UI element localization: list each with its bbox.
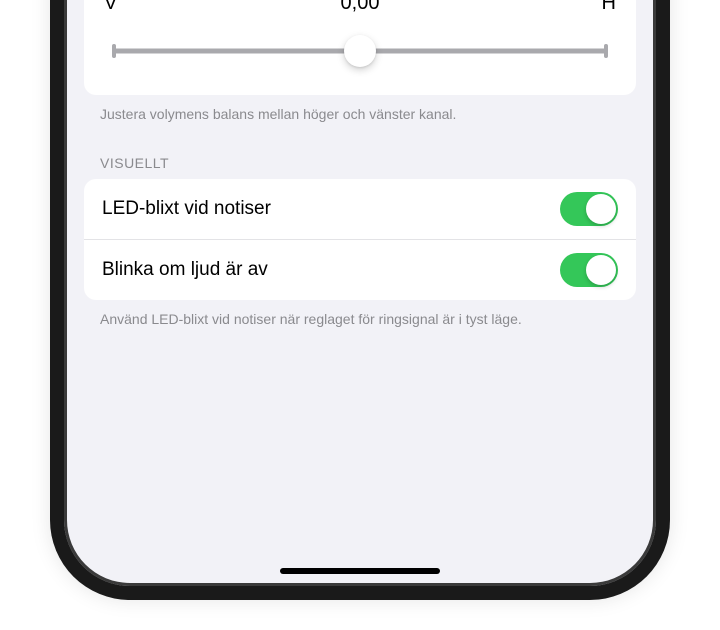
home-indicator[interactable]	[280, 568, 440, 574]
balance-footer: Justera volymens balans mellan höger och…	[84, 95, 636, 125]
row-flash-on-silent: Blinka om ljud är av	[84, 239, 636, 300]
toggle-led-flash[interactable]	[560, 192, 618, 226]
phone-frame: BALANS V 0,00 H Justera volymens balans …	[50, 0, 670, 600]
row-led-flash-label: LED-blixt vid notiser	[102, 198, 271, 220]
row-led-flash: LED-blixt vid notiser	[84, 179, 636, 239]
balance-card: V 0,00 H	[84, 0, 636, 95]
balance-slider[interactable]	[112, 35, 608, 67]
toggle-flash-on-silent[interactable]	[560, 253, 618, 287]
slider-cap-left	[112, 44, 116, 58]
balance-left-label: V	[104, 0, 144, 15]
balance-right-label: H	[576, 0, 616, 15]
visual-section-header: VISUELLT	[84, 125, 636, 179]
slider-cap-right	[604, 44, 608, 58]
slider-thumb[interactable]	[344, 35, 376, 67]
balance-value: 0,00	[341, 0, 380, 15]
settings-content: BALANS V 0,00 H Justera volymens balans …	[64, 0, 656, 329]
row-flash-on-silent-label: Blinka om ljud är av	[102, 259, 268, 281]
visual-footer: Använd LED-blixt vid notiser när reglage…	[84, 300, 636, 330]
toggle-knob	[586, 255, 616, 285]
visual-list: LED-blixt vid notiser Blinka om ljud är …	[84, 179, 636, 300]
toggle-knob	[586, 194, 616, 224]
balance-labels: V 0,00 H	[104, 0, 616, 15]
